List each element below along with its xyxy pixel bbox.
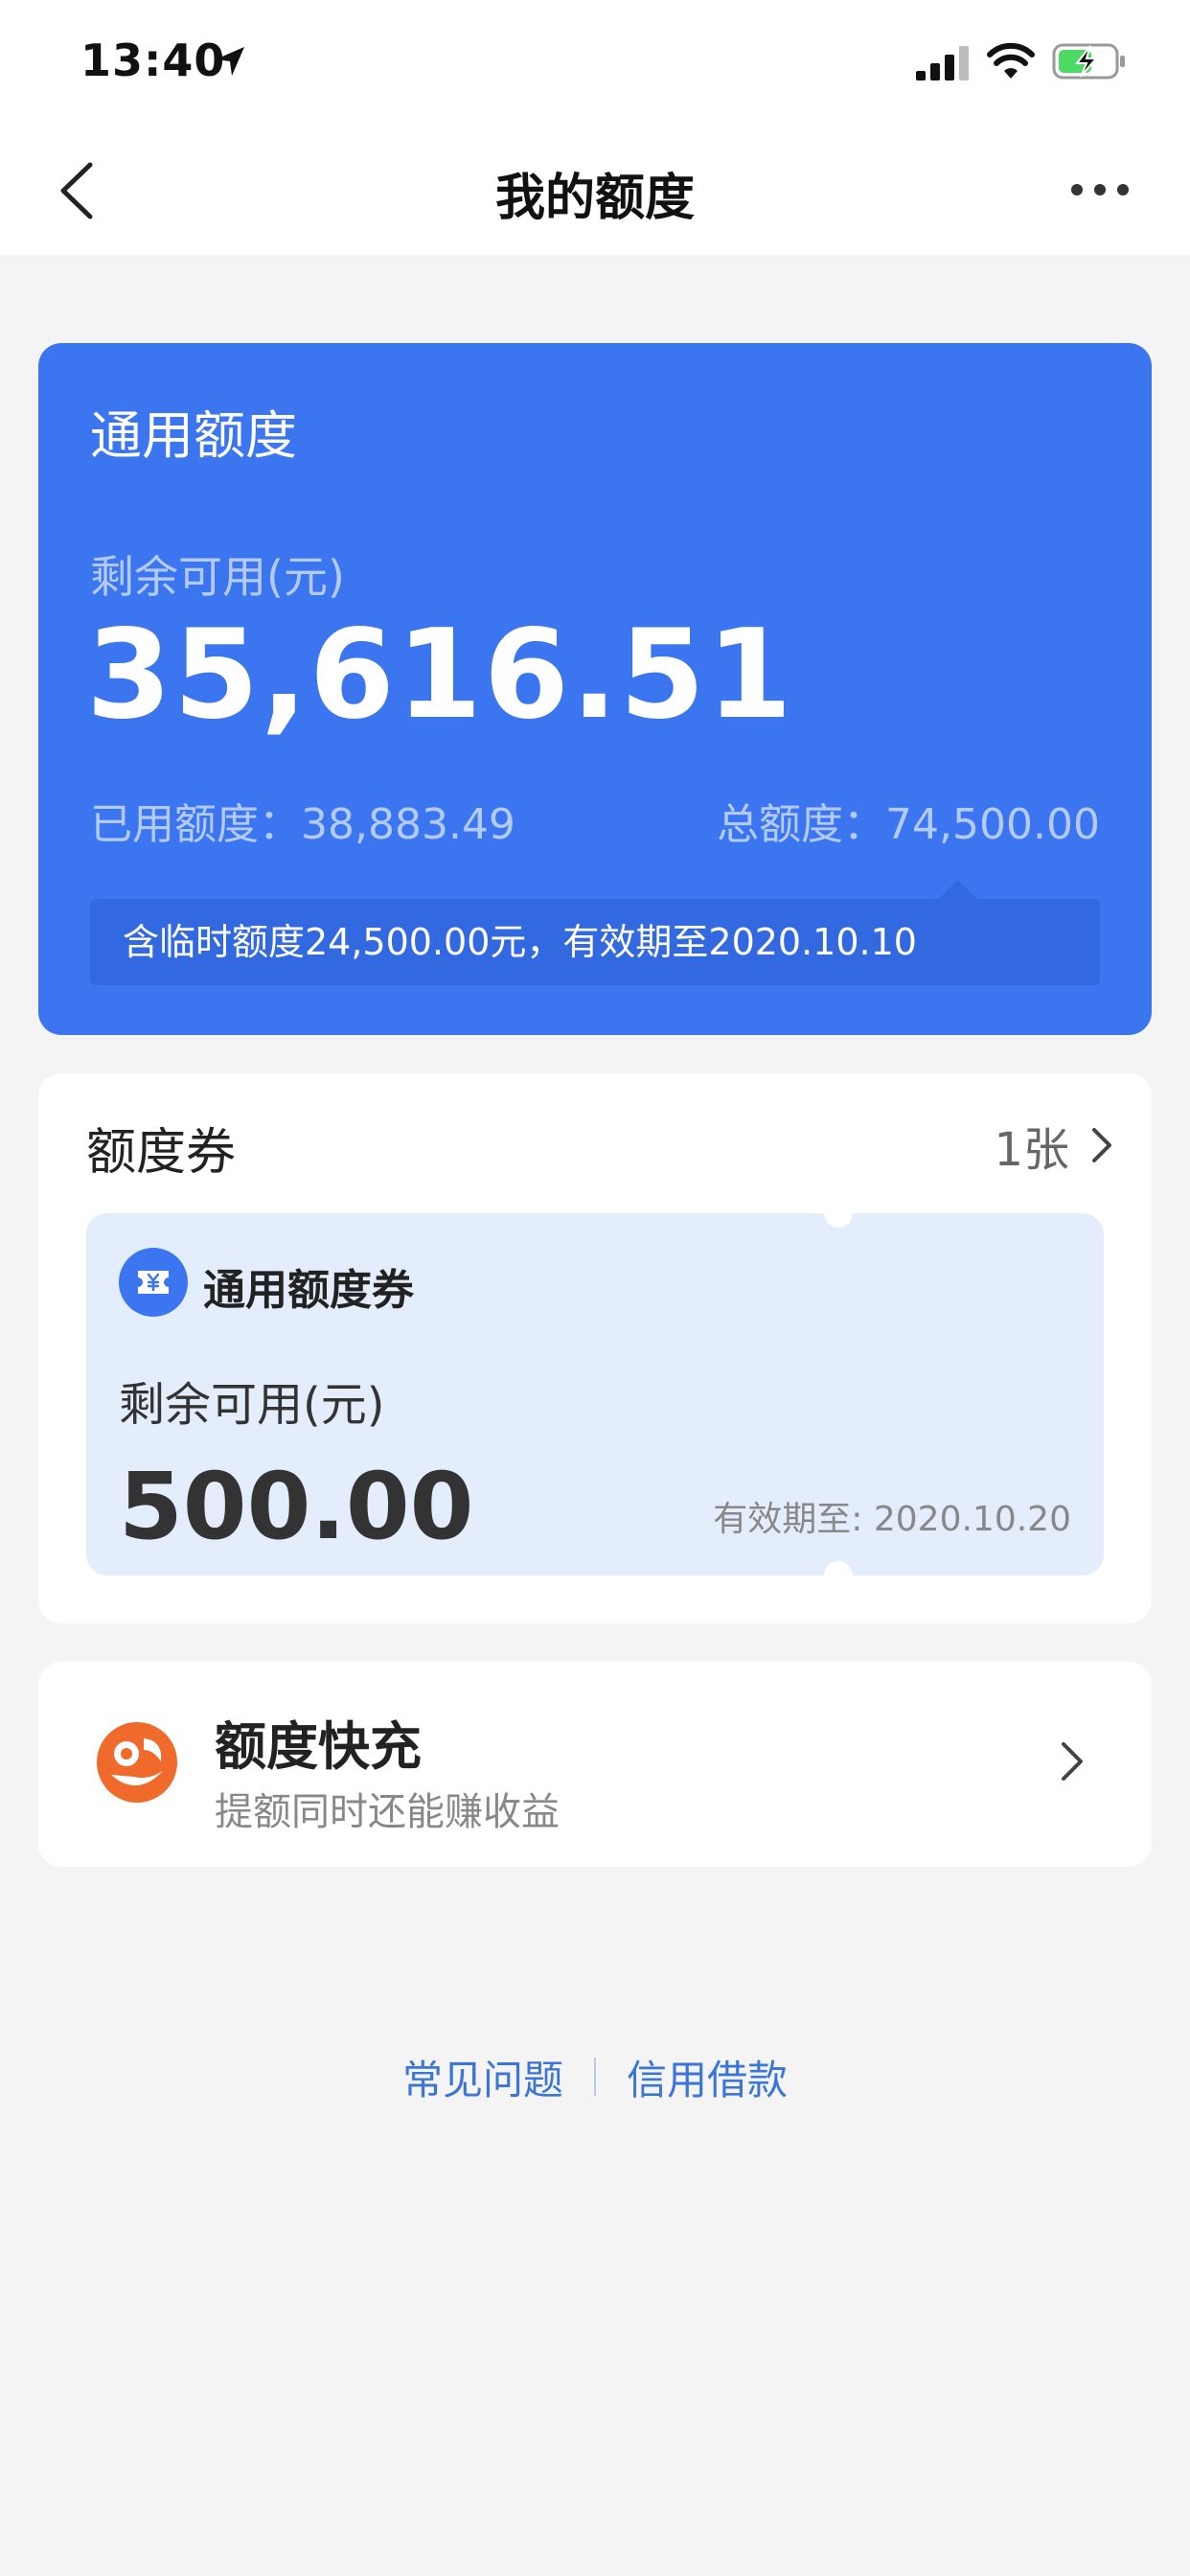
coupon-name: 通用额度券 <box>203 1266 414 1315</box>
total-credit-text: 总额度：74,500.00 <box>717 800 1100 849</box>
general-credit-card: 通用额度 剩余可用(元) 35,616.51 已用额度：38,883.49 总额… <box>38 343 1152 1035</box>
quick-topup-logo-icon <box>97 1722 177 1803</box>
coupon-count: 1张 <box>994 1123 1069 1177</box>
topup-subtitle: 提额同时还能赚收益 <box>215 1790 560 1834</box>
coupon-count-link[interactable]: 1张 <box>994 1112 1113 1179</box>
location-arrow-icon <box>216 47 244 76</box>
page-title: 我的额度 <box>494 170 695 227</box>
coupon-ticket-icon <box>119 1248 188 1317</box>
coupon-section-title: 额度券 <box>86 1124 237 1182</box>
temporary-credit-notice: 含临时额度24,500.00元，有效期至2020.10.10 <box>90 899 1100 985</box>
topup-title: 额度快充 <box>215 1716 422 1777</box>
used-credit-text: 已用额度：38,883.49 <box>90 800 515 849</box>
credit-loan-link[interactable]: 信用借款 <box>627 2048 788 2106</box>
credit-card-title: 通用额度 <box>90 405 297 466</box>
battery-charging-icon <box>1052 43 1125 80</box>
credit-coupon-section: 额度券 1张 通用额度券 剩余可用(元) 500.00 有效期至: 2020.1… <box>38 1073 1152 1623</box>
remaining-available-amount: 35,616.51 <box>86 604 794 747</box>
chevron-right-icon <box>1092 1128 1111 1162</box>
status-time: 13:40 <box>80 34 226 86</box>
general-credit-coupon-card[interactable]: 通用额度券 剩余可用(元) 500.00 有效期至: 2020.10.20 <box>86 1213 1104 1576</box>
coupon-remaining-label: 剩余可用(元) <box>119 1378 385 1432</box>
wifi-icon <box>987 42 1035 79</box>
more-options-icon[interactable] <box>1069 172 1131 207</box>
quick-credit-topup-row[interactable]: 额度快充 提额同时还能赚收益 <box>38 1662 1152 1867</box>
navigation-bar: 我的额度 <box>0 125 1190 255</box>
chevron-right-icon <box>1062 1742 1083 1781</box>
remaining-available-label: 剩余可用(元) <box>90 551 345 603</box>
footer-links: 常见问题 信用借款 <box>0 2043 1190 2110</box>
coupon-notch-top <box>824 1213 853 1228</box>
footer-divider <box>594 2058 596 2096</box>
coupon-expiry-date: 有效期至: 2020.10.20 <box>713 1500 1071 1539</box>
faq-link[interactable]: 常见问题 <box>402 2048 563 2106</box>
coupon-notch-bottom <box>824 1561 853 1576</box>
coupon-amount: 500.00 <box>119 1453 474 1560</box>
status-bar: 13:40 <box>0 0 1190 125</box>
cellular-signal-icon <box>916 46 969 80</box>
notice-pointer <box>939 880 977 899</box>
